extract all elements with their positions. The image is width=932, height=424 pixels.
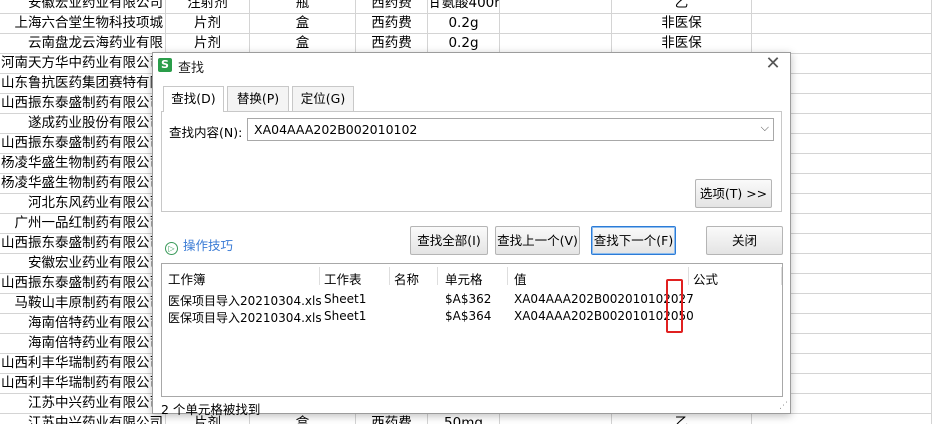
close-button[interactable]: 关闭 [706, 226, 783, 255]
find-dialog: S 查找 ✕ 查找(D) 替换(P) 定位(G) 查找内容(N): ⌵ 选项(T… [152, 52, 791, 417]
sheet-cell[interactable]: 瓶 [250, 0, 356, 14]
column-divider[interactable] [688, 267, 689, 285]
sheet-cell[interactable]: 西药费 [356, 414, 428, 424]
sheet-cell[interactable]: 乙 [612, 414, 752, 424]
tab-goto[interactable]: 定位(G) [292, 86, 354, 111]
sheet-cell[interactable]: 注射剂 [166, 0, 250, 14]
find-previous-button[interactable]: 查找上一个(V) [495, 226, 580, 255]
status-text: 2 个单元格被找到 [161, 402, 261, 417]
sheet-cell[interactable] [752, 0, 932, 14]
sheet-cell[interactable]: 云南盘龙云海药业有限 [0, 34, 166, 54]
sheet-cell[interactable] [752, 414, 932, 424]
sheet-cell[interactable] [500, 0, 612, 14]
column-divider[interactable] [781, 267, 782, 285]
play-circle-icon: ▷ [165, 242, 178, 255]
dialog-title-bar[interactable]: S 查找 ✕ [153, 53, 790, 77]
column-divider[interactable] [319, 267, 320, 285]
column-header-formula[interactable]: 公式 [693, 269, 718, 288]
sheet-cell[interactable] [752, 34, 932, 54]
sheet-cell[interactable]: 片剂 [166, 14, 250, 34]
sheet-cell[interactable] [500, 414, 612, 424]
sheet-cell[interactable]: 0.2g [428, 34, 500, 54]
sheet-row: 江苏中兴药业有限公司 片剂盒西药费 50mg 乙 [0, 414, 932, 424]
operation-tips-label: 操作技巧 [183, 238, 234, 253]
sheet-cell[interactable]: 西药费 [356, 0, 428, 14]
find-what-label: 查找内容(N): [169, 125, 243, 140]
sheet-cell[interactable]: 杨凌华盛生物制药有限公司 [0, 174, 166, 194]
sheet-cell[interactable] [752, 14, 932, 34]
sheet-cell[interactable]: 山东鲁抗医药集团赛特有限 [0, 74, 166, 94]
sheet-cell[interactable]: 盒 [250, 34, 356, 54]
sheet-cell[interactable]: 非医保 [612, 34, 752, 54]
result-workbook: 医保项目导入20210304.xls [168, 294, 322, 308]
sheet-cell[interactable]: 山西振东泰盛制药有限公司 [0, 94, 166, 114]
sheet-cell[interactable]: 安徽宏业药业有限公司 [0, 254, 166, 274]
result-row[interactable]: 医保项目导入20210304.xls Sheet1 $A$364 XA04AAA… [162, 309, 782, 326]
sheet-cell[interactable]: 上海六合堂生物科技项城 [0, 14, 166, 34]
sheet-cell[interactable]: 山西利丰华瑞制药有限公司 [0, 374, 166, 394]
sheet-cell[interactable]: 盒 [250, 414, 356, 424]
result-workbook: 医保项目导入20210304.xls [168, 311, 322, 325]
find-what-combobox[interactable]: ⌵ [247, 118, 774, 141]
find-what-input[interactable] [248, 119, 753, 140]
tab-replace[interactable]: 替换(P) [227, 86, 289, 111]
sheet-cell[interactable]: 非医保 [612, 14, 752, 34]
dialog-title: 查找 [178, 61, 205, 76]
find-all-button[interactable]: 查找全部(I) [410, 226, 488, 255]
sheet-cell[interactable]: 盒 [250, 14, 356, 34]
column-header-name[interactable]: 名称 [394, 269, 419, 288]
annotation-highlight-box [666, 279, 683, 333]
result-cell: $A$364 [445, 309, 492, 323]
sheet-cell[interactable]: 河南天方华中药业有限公司 [0, 54, 166, 74]
column-divider[interactable] [389, 267, 390, 285]
sheet-cell[interactable] [500, 34, 612, 54]
sheet-cell[interactable]: 海南倍特药业有限公司 [0, 334, 166, 354]
operation-tips-link[interactable]: ▷ 操作技巧 [165, 235, 233, 255]
sheet-cell[interactable]: 安徽宏业药业有限公司 [0, 0, 166, 14]
sheet-cell[interactable]: 江苏中兴药业有限公司 [0, 414, 166, 424]
sheet-cell[interactable]: 50mg [428, 414, 500, 424]
column-header-value[interactable]: 值 [514, 269, 527, 288]
wps-app-icon: S [158, 58, 172, 72]
close-icon[interactable]: ✕ [764, 55, 782, 73]
sheet-cell[interactable]: 西药费 [356, 34, 428, 54]
options-button[interactable]: 选项(T) >> [695, 179, 772, 208]
column-divider[interactable] [507, 267, 508, 285]
sheet-cell[interactable]: 山西利丰华瑞制药有限公司 [0, 354, 166, 374]
sheet-cell[interactable]: 山西振东泰盛制药有限公司 [0, 134, 166, 154]
sheet-cell[interactable]: 河北东风药业有限公司 [0, 194, 166, 214]
chevron-down-icon[interactable]: ⌵ [761, 121, 769, 135]
find-next-button[interactable]: 查找下一个(F) [591, 226, 676, 255]
sheet-row: 上海六合堂生物科技项城 片剂盒西药费 0.2g 非医保 [0, 14, 932, 34]
column-header-cell[interactable]: 单元格 [445, 269, 483, 288]
tab-find[interactable]: 查找(D) [163, 86, 224, 112]
sheet-cell[interactable]: 山西振东泰盛制药有限公司 [0, 274, 166, 294]
resize-grip-icon[interactable]: ⋰ [779, 401, 788, 411]
sheet-cell[interactable]: 西药费 [356, 14, 428, 34]
column-header-workbook[interactable]: 工作簿 [168, 269, 206, 288]
sheet-cell[interactable] [500, 14, 612, 34]
sheet-row: 云南盘龙云海药业有限 片剂盒西药费 0.2g 非医保 [0, 34, 932, 54]
sheet-cell[interactable]: 甘氨酸400mg,盐酸半胱氨酸 [428, 0, 500, 14]
sheet-cell[interactable]: 遂成药业股份有限公司 [0, 114, 166, 134]
sheet-cell[interactable]: 马鞍山丰原制药有限公司 [0, 294, 166, 314]
sheet-cell[interactable]: 海南倍特药业有限公司 [0, 314, 166, 334]
result-row[interactable]: 医保项目导入20210304.xls Sheet1 $A$362 XA04AAA… [162, 292, 782, 309]
sheet-cell[interactable]: 乙 [612, 0, 752, 14]
sheet-cell[interactable]: 0.2g [428, 14, 500, 34]
sheet-cell[interactable]: 杨凌华盛生物制药有限公司 [0, 154, 166, 174]
sheet-cell[interactable]: 广州一品红制药有限公司 [0, 214, 166, 234]
sheet-cell[interactable]: 江苏中兴药业有限公司 [0, 394, 166, 414]
sheet-cell[interactable]: 片剂 [166, 34, 250, 54]
result-sheet: Sheet1 [324, 309, 367, 323]
results-list[interactable]: 工作簿 工作表 名称 单元格 值 公式 医保项目导入20210304.xls S… [161, 263, 783, 397]
result-cell: $A$362 [445, 292, 492, 306]
column-divider[interactable] [437, 267, 438, 285]
column-header-sheet[interactable]: 工作表 [324, 269, 362, 288]
sheet-cell[interactable]: 山西振东泰盛制药有限公司 [0, 234, 166, 254]
result-sheet: Sheet1 [324, 292, 367, 306]
sheet-row: 安徽宏业药业有限公司注射剂瓶西药费甘氨酸400mg,盐酸半胱氨酸 乙 [0, 0, 932, 14]
